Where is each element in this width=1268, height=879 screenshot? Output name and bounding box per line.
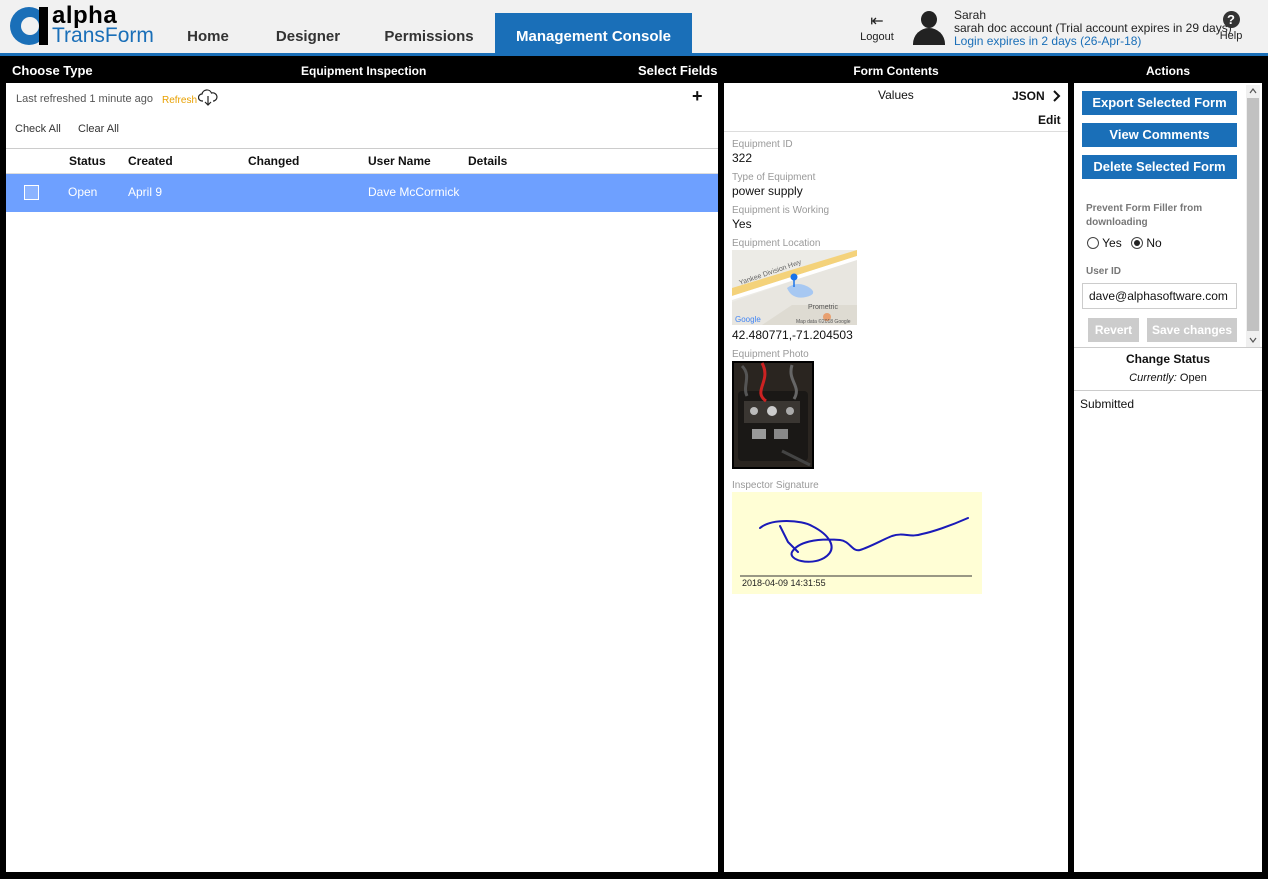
- edit-button[interactable]: Edit: [1038, 113, 1061, 127]
- location-map[interactable]: Yankee Division Hwy Prometric Google Map…: [732, 250, 857, 325]
- tab-home[interactable]: Home: [168, 13, 248, 56]
- scrollbar[interactable]: [1246, 85, 1260, 347]
- delete-selected-form-button[interactable]: Delete Selected Form: [1082, 155, 1237, 179]
- clear-all-link[interactable]: Clear All: [78, 123, 119, 135]
- table-header: Status Created Changed User Name Details: [6, 148, 718, 174]
- form-contents-header: Form Contents: [853, 64, 939, 78]
- user-info: Sarah sarah doc account (Trial account e…: [954, 9, 1232, 48]
- map-credit: Map data ©2018 Google: [796, 318, 851, 325]
- field-label-equipment-working: Equipment is Working: [732, 205, 830, 216]
- column-created[interactable]: Created: [128, 154, 173, 168]
- values-tab[interactable]: Values: [878, 88, 914, 102]
- actions-header: Actions: [1145, 64, 1190, 78]
- help-label: Help: [1219, 30, 1243, 42]
- user-id-label: User ID: [1086, 266, 1122, 277]
- status-option-submitted[interactable]: Submitted: [1080, 397, 1134, 411]
- change-status-heading: Change Status: [1125, 352, 1210, 366]
- select-fields-header[interactable]: Select Fields: [638, 60, 717, 82]
- logout-label: Logout: [860, 31, 894, 43]
- user-avatar-icon: [912, 11, 946, 45]
- field-value-equipment-working: Yes: [732, 217, 752, 231]
- table-row[interactable]: Open April 9 Dave McCormick: [6, 174, 718, 212]
- login-expire-link[interactable]: Login expires in 2 days (26-Apr-18): [954, 35, 1232, 48]
- inspector-signature[interactable]: 2018-04-09 14:31:55: [732, 492, 982, 594]
- field-label-equipment-id: Equipment ID: [732, 139, 793, 150]
- scroll-down-icon[interactable]: [1249, 337, 1257, 343]
- column-changed[interactable]: Changed: [248, 154, 299, 168]
- user-id-input[interactable]: [1082, 283, 1237, 309]
- radio-yes-icon[interactable]: [1087, 237, 1099, 249]
- radio-no-icon[interactable]: [1131, 237, 1143, 249]
- divider: [724, 131, 1068, 132]
- form-contents-panel: [724, 83, 1068, 872]
- field-value-equipment-id: 322: [732, 151, 753, 165]
- top-bar: alpha TransForm Home Designer Permission…: [0, 0, 1268, 56]
- scroll-up-icon[interactable]: [1249, 88, 1257, 94]
- logout-icon: ⇤: [870, 13, 884, 30]
- json-toggle[interactable]: JSON: [1012, 89, 1045, 103]
- check-all-link[interactable]: Check All: [15, 123, 61, 135]
- column-details[interactable]: Details: [468, 154, 507, 168]
- field-value-equipment-type: power supply: [732, 184, 803, 198]
- radio-no[interactable]: No: [1131, 236, 1162, 250]
- currently-label: Currently:: [1129, 372, 1177, 384]
- row-created: April 9: [128, 185, 163, 199]
- field-label-inspector-signature: Inspector Signature: [732, 480, 819, 491]
- row-checkbox[interactable]: [24, 185, 39, 200]
- help-button[interactable]: ? Help: [1216, 11, 1246, 42]
- signature-date: 2018-04-09 14:31:55: [742, 578, 826, 588]
- current-status: Currently: Open: [1074, 372, 1262, 384]
- column-user-name[interactable]: User Name: [368, 154, 431, 168]
- google-logo: Google: [735, 315, 761, 324]
- export-selected-form-button[interactable]: Export Selected Form: [1082, 91, 1237, 115]
- save-changes-button[interactable]: Save changes: [1147, 318, 1237, 342]
- scrollbar-thumb[interactable]: [1247, 98, 1259, 331]
- row-status: Open: [68, 185, 98, 199]
- field-value-equipment-location: 42.480771,-71.204503: [732, 328, 853, 342]
- logout-button[interactable]: ⇤ Logout: [857, 11, 897, 43]
- logo-transform-text: TransForm: [52, 24, 154, 47]
- radio-no-label: No: [1146, 236, 1162, 250]
- chevron-right-icon[interactable]: [1052, 90, 1061, 102]
- prevent-download-label: Prevent Form Filler from downloading: [1086, 203, 1203, 228]
- choose-type-header[interactable]: Choose Type: [12, 60, 93, 82]
- cloud-download-icon[interactable]: [198, 89, 218, 107]
- revert-button[interactable]: Revert: [1088, 318, 1139, 342]
- refresh-link[interactable]: Refresh: [162, 95, 197, 106]
- equipment-photo[interactable]: [732, 361, 814, 469]
- tab-management-console[interactable]: Management Console: [495, 13, 692, 56]
- view-comments-button[interactable]: View Comments: [1082, 123, 1237, 147]
- map-place-label: Prometric: [808, 304, 838, 311]
- last-refreshed-text: Last refreshed 1 minute ago: [16, 93, 153, 105]
- column-status[interactable]: Status: [69, 154, 106, 168]
- currently-value: Open: [1179, 372, 1207, 384]
- tab-designer[interactable]: Designer: [263, 13, 353, 56]
- field-label-equipment-location: Equipment Location: [732, 238, 821, 249]
- radio-yes-label: Yes: [1102, 236, 1122, 250]
- field-label-equipment-photo: Equipment Photo: [732, 349, 809, 360]
- field-label-equipment-type: Type of Equipment: [732, 172, 816, 183]
- row-user-name: Dave McCormick: [368, 185, 460, 199]
- help-icon: ?: [1222, 11, 1240, 28]
- add-icon[interactable]: +: [692, 86, 703, 107]
- tab-permissions[interactable]: Permissions: [373, 13, 485, 56]
- alpha-transform-logo[interactable]: alpha TransForm: [8, 2, 158, 49]
- radio-yes[interactable]: Yes: [1087, 236, 1122, 250]
- form-type-title: Equipment Inspection: [301, 64, 427, 78]
